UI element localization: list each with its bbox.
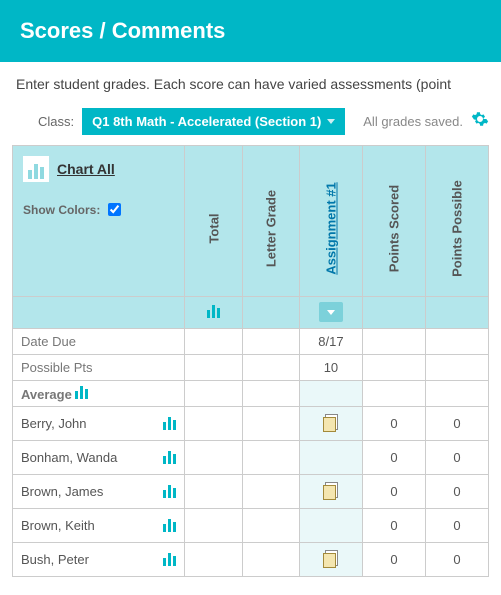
- chart-icon[interactable]: [163, 484, 176, 498]
- class-label: Class:: [38, 114, 74, 129]
- student-name: Brown, Keith: [21, 518, 95, 533]
- chevron-down-icon: [327, 119, 335, 124]
- student-row: Berry, John 0 0: [13, 406, 489, 441]
- assignment-cell[interactable]: [299, 406, 362, 441]
- col-header-assignment[interactable]: Assignment #1: [299, 146, 362, 296]
- show-colors-label: Show Colors:: [23, 203, 100, 217]
- note-icon[interactable]: [323, 414, 339, 430]
- student-row: Bonham, Wanda 0 0: [13, 441, 489, 475]
- saved-status: All grades saved.: [363, 114, 463, 129]
- chart-icon[interactable]: [163, 552, 176, 566]
- note-icon[interactable]: [323, 482, 339, 498]
- chevron-down-icon: [327, 310, 335, 315]
- chart-icon[interactable]: [163, 518, 176, 532]
- row-average: Average: [13, 380, 489, 406]
- page-subtext: Enter student grades. Each score can hav…: [0, 62, 501, 102]
- student-name: Bush, Peter: [21, 552, 89, 567]
- col-header-letter: Letter Grade: [242, 146, 299, 296]
- row-date-due: Date Due 8/17: [13, 328, 489, 354]
- student-name: Berry, John: [21, 416, 87, 431]
- col-header-possible: Points Possible: [425, 146, 488, 296]
- chart-all-link[interactable]: Chart All: [57, 161, 115, 177]
- subhead-blank: [13, 296, 185, 328]
- row-possible-pts: Possible Pts 10: [13, 354, 489, 380]
- total-chart-button[interactable]: [185, 296, 242, 328]
- class-select[interactable]: Q1 8th Math - Accelerated (Section 1): [82, 108, 345, 135]
- chart-icon: [207, 304, 220, 318]
- chart-icon[interactable]: [23, 156, 49, 182]
- student-row: Bush, Peter 0 0: [13, 543, 489, 577]
- show-colors-checkbox[interactable]: [108, 203, 121, 216]
- assignment-cell[interactable]: [299, 509, 362, 543]
- page-title: Scores / Comments: [20, 18, 225, 43]
- chart-icon[interactable]: [75, 385, 88, 399]
- page-header: Scores / Comments: [0, 0, 501, 62]
- assignment-cell[interactable]: [299, 543, 362, 577]
- col-header-total: Total: [185, 146, 242, 296]
- show-colors-control: Show Colors:: [23, 200, 174, 219]
- assignment-cell[interactable]: [299, 441, 362, 475]
- assignment-cell[interactable]: [299, 475, 362, 509]
- name-column-header: Chart All Show Colors:: [13, 146, 185, 296]
- class-select-value: Q1 8th Math - Accelerated (Section 1): [92, 114, 321, 129]
- controls-row: Class: Q1 8th Math - Accelerated (Sectio…: [0, 102, 501, 145]
- student-row: Brown, Keith 0 0: [13, 509, 489, 543]
- col-header-scored: Points Scored: [362, 146, 425, 296]
- assignment-expand[interactable]: [299, 296, 362, 328]
- chart-icon[interactable]: [163, 416, 176, 430]
- note-icon[interactable]: [323, 550, 339, 566]
- student-name: Brown, James: [21, 484, 103, 499]
- gear-icon[interactable]: [471, 110, 489, 133]
- chart-icon[interactable]: [163, 450, 176, 464]
- student-row: Brown, James 0 0: [13, 475, 489, 509]
- student-name: Bonham, Wanda: [21, 450, 117, 465]
- grade-grid: Chart All Show Colors: Total Letter Grad…: [12, 145, 489, 577]
